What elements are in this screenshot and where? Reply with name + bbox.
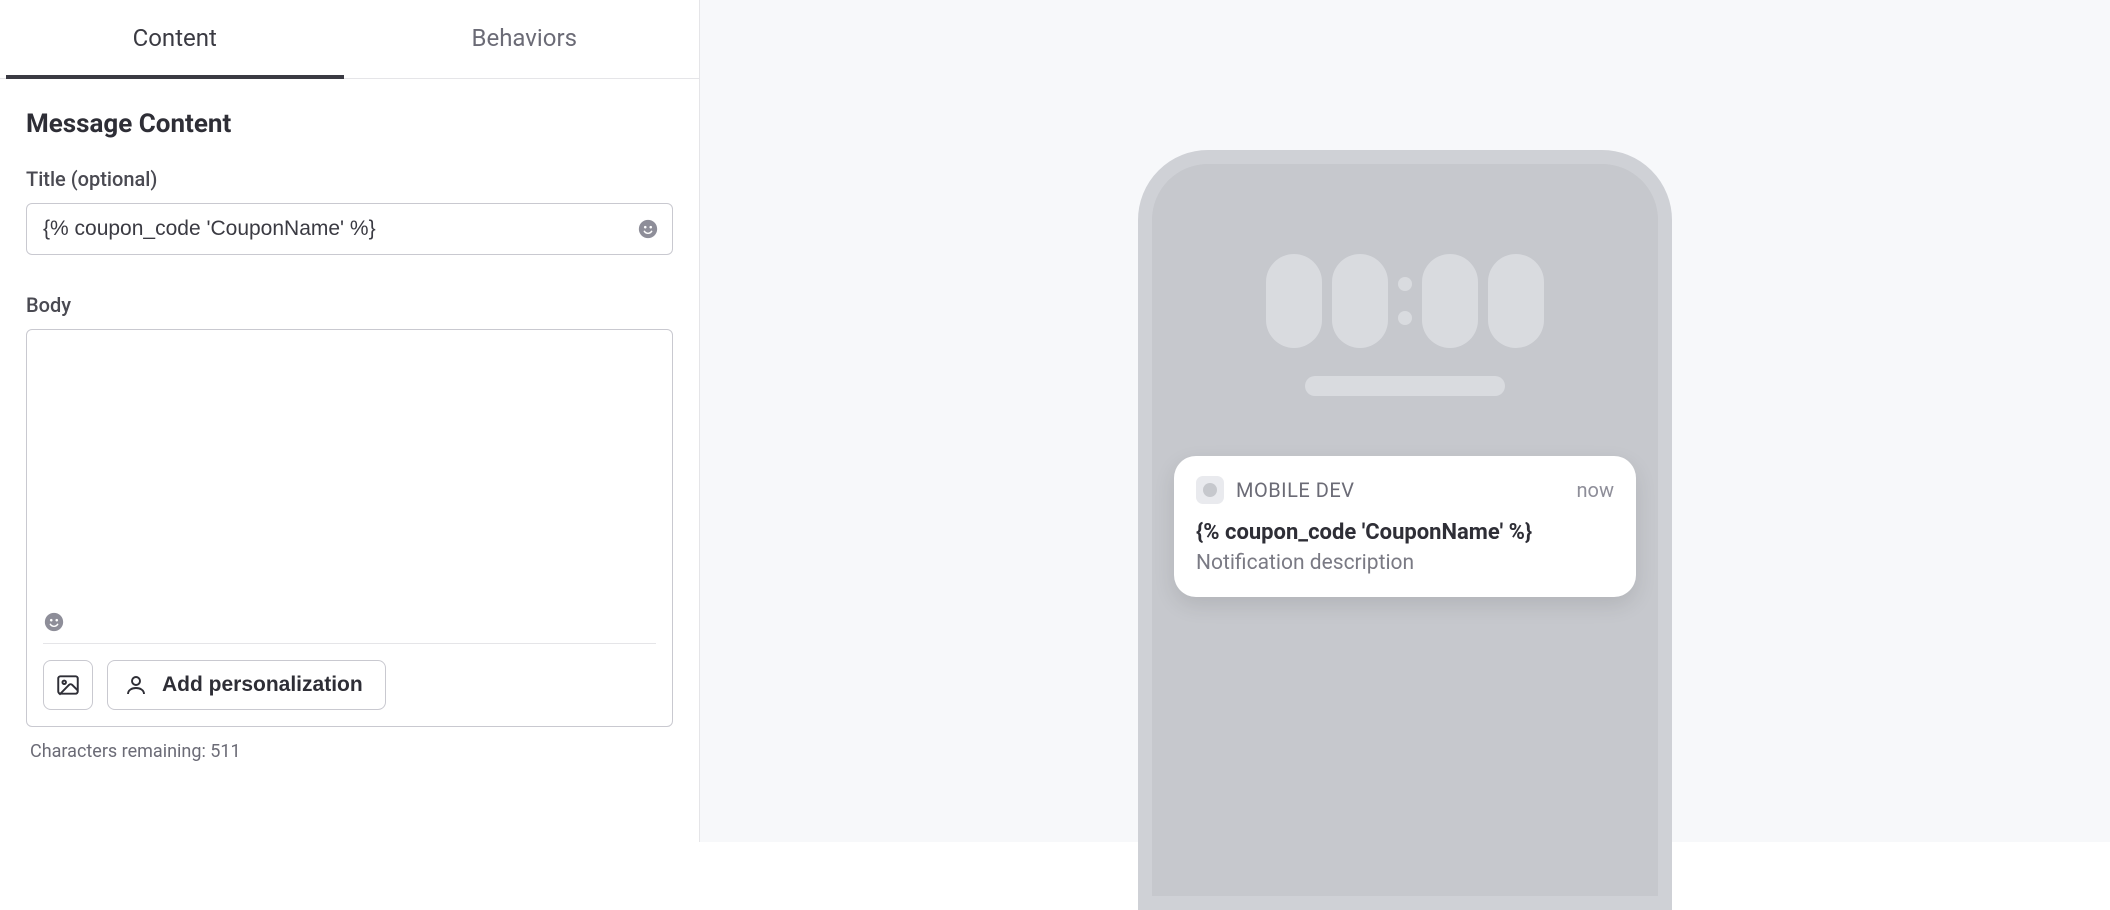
notification-header: MOBILE DEV now	[1196, 476, 1614, 504]
lockscreen-date	[1305, 376, 1505, 396]
add-image-button[interactable]	[43, 660, 93, 710]
notification-description: Notification description	[1196, 551, 1614, 575]
body-textarea[interactable]	[27, 330, 672, 607]
app-icon	[1196, 476, 1224, 504]
editor-panel: Content Behaviors Message Content Title …	[0, 0, 700, 842]
clock-digit	[1422, 254, 1478, 348]
phone-frame: MOBILE DEV now {% coupon_code 'CouponNam…	[1138, 150, 1672, 910]
preview-panel: MOBILE DEV now {% coupon_code 'CouponNam…	[700, 0, 2110, 842]
clock-digit	[1332, 254, 1388, 348]
title-input-wrap	[26, 203, 673, 255]
notification-card: MOBILE DEV now {% coupon_code 'CouponNam…	[1174, 456, 1636, 597]
clock-colon	[1398, 277, 1412, 325]
panel-body: Message Content Title (optional) Body	[0, 79, 699, 762]
section-title: Message Content	[26, 109, 673, 139]
app-name: MOBILE DEV	[1236, 478, 1354, 502]
tab-behaviors[interactable]: Behaviors	[350, 0, 700, 78]
body-toolbar: Add personalization	[43, 643, 656, 726]
image-icon	[55, 672, 81, 698]
emoji-icon[interactable]	[637, 218, 659, 240]
body-label: Body	[26, 293, 673, 317]
add-personalization-button[interactable]: Add personalization	[107, 660, 386, 710]
lockscreen-clock	[1152, 164, 1658, 348]
notification-title: {% coupon_code 'CouponName' %}	[1196, 520, 1614, 545]
tab-content[interactable]: Content	[0, 0, 350, 78]
title-label: Title (optional)	[26, 167, 673, 191]
clock-digit	[1266, 254, 1322, 348]
phone-screen: MOBILE DEV now {% coupon_code 'CouponNam…	[1152, 164, 1658, 896]
tabs: Content Behaviors	[0, 0, 699, 79]
body-box: Add personalization	[26, 329, 673, 727]
add-personalization-label: Add personalization	[162, 673, 363, 697]
notification-time: now	[1577, 478, 1614, 502]
clock-digit	[1488, 254, 1544, 348]
title-input[interactable]	[26, 203, 673, 255]
emoji-icon[interactable]	[43, 611, 656, 633]
chars-remaining: Characters remaining: 511	[26, 727, 673, 762]
person-icon	[124, 673, 148, 697]
